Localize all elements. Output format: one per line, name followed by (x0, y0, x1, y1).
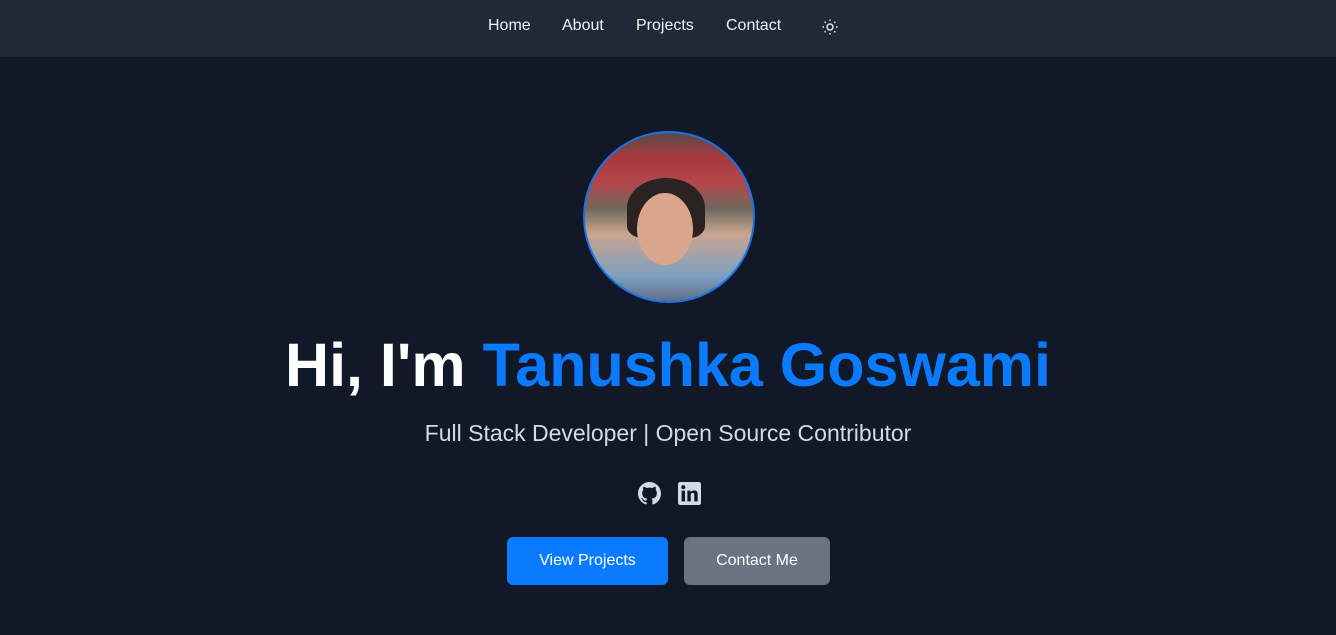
tagline: Full Stack Developer | Open Source Contr… (424, 420, 912, 446)
profile-photo (583, 131, 755, 303)
nav-home[interactable]: Home (488, 17, 531, 35)
github-icon[interactable] (638, 482, 661, 505)
hero-title: Hi, I'm Tanushka Goswami (0, 330, 1336, 400)
linkedin-icon[interactable] (678, 482, 701, 505)
contact-me-button[interactable]: Contact Me (684, 537, 830, 585)
sun-icon[interactable] (821, 18, 839, 36)
nav-projects[interactable]: Projects (636, 17, 694, 35)
navbar: Home About Projects Contact (0, 0, 1336, 58)
view-projects-button[interactable]: View Projects (507, 537, 668, 585)
nav-contact[interactable]: Contact (726, 17, 781, 35)
hero-name: Tanushka Goswami (482, 331, 1051, 399)
nav-about[interactable]: About (562, 17, 604, 35)
greeting: Hi, I'm (285, 331, 483, 399)
